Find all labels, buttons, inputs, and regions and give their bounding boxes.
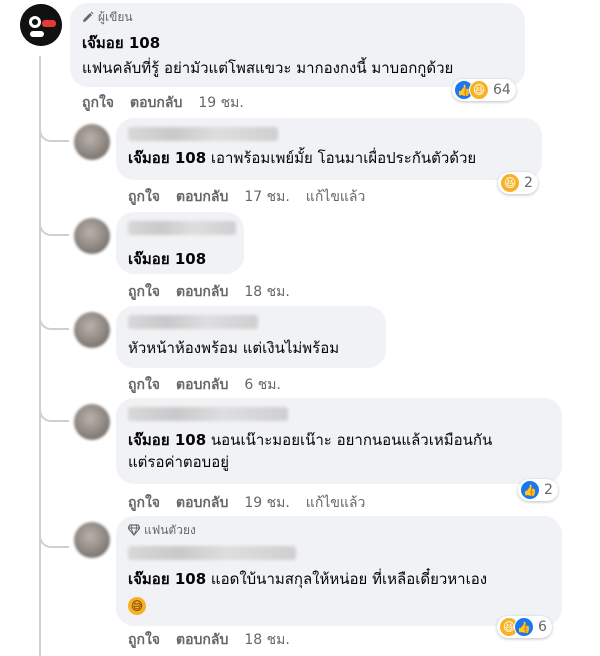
like-icon: 👍 [514, 617, 534, 637]
reply-button[interactable]: ตอบกลับ [176, 629, 228, 651]
reply-button[interactable]: ตอบกลับ [176, 374, 228, 396]
comment-bubble: เจ๊มอย 108 นอนเน๊าะมอยเน๊าะ อยากนอนแล้วเ… [116, 398, 562, 484]
reply-button[interactable]: ตอบกลับ [176, 492, 228, 514]
page-logo-icon [20, 4, 62, 46]
avatar[interactable] [74, 404, 110, 440]
comment-actions: ถูกใจ ตอบกลับ 18 ชม. [128, 629, 290, 651]
blurred-name [128, 407, 288, 421]
reply-connector [39, 120, 69, 142]
blurred-name [128, 127, 278, 141]
comment-text: เจ๊มอย 108 แอดใบ้นามสกุลให้หน่อย ที่เหลื… [128, 568, 550, 590]
comment-actions: ถูกใจ ตอบกลับ 18 ชม. [128, 281, 290, 303]
comment-body: เอาพร้อมเพย์มั้ย โอนมาเผื่อประกันตัวด้วย [210, 149, 477, 167]
avatar[interactable] [74, 312, 110, 348]
comment-text: หัวหน้าห้องพร้อม แต่เงินไม่พร้อม [128, 339, 340, 357]
reply-connector [39, 214, 69, 236]
comment-text: เจ๊มอย 108 นอนเน๊าะมอยเน๊าะ อยากนอนแล้วเ… [128, 429, 550, 451]
mention-name[interactable]: เจ๊มอย 108 [128, 431, 206, 449]
reaction-count: 6 [538, 619, 547, 635]
like-button[interactable]: ถูกใจ [128, 492, 160, 514]
avatar[interactable] [74, 522, 110, 558]
comment-timestamp[interactable]: 18 ชม. [244, 629, 289, 651]
mention-name[interactable]: เจ๊มอย 108 [128, 570, 206, 588]
reaction-count: 64 [493, 82, 511, 98]
author-badge: ผู้เขียน [82, 9, 513, 25]
comment-body: นอนเน๊าะมอยเน๊าะ อยากนอนแล้วเหมือนกัน [210, 431, 493, 449]
author-role-label: ผู้เขียน [98, 9, 133, 24]
thread-line [39, 56, 41, 656]
comment-text-line2: แต่รอค่าตอบอยู่ [128, 453, 230, 471]
haha-icon: 😆 [500, 173, 520, 193]
comment-text: แฟนคลับที่รู้ อย่ามัวแต่โพสแขวะ มากองกงน… [82, 59, 454, 77]
reply-connector [39, 526, 69, 548]
grinning-sweat-emoji: 😅 [128, 597, 146, 615]
like-icon: 👍 [520, 480, 540, 500]
avatar[interactable] [74, 124, 110, 160]
blurred-name [128, 221, 236, 235]
reply-connector [39, 400, 69, 422]
edited-label[interactable]: แก้ไขแล้ว [306, 186, 366, 208]
comment-timestamp[interactable]: 19 ชม. [198, 92, 243, 114]
comment-bubble: เจ๊มอย 108 [116, 212, 244, 274]
reply-button[interactable]: ตอบกลับ [176, 186, 228, 208]
avatar[interactable] [74, 218, 110, 254]
reply-button[interactable]: ตอบกลับ [130, 92, 182, 114]
comment-bubble: หัวหน้าห้องพร้อม แต่เงินไม่พร้อม [116, 306, 386, 368]
like-button[interactable]: ถูกใจ [128, 374, 160, 396]
blurred-name [128, 315, 258, 329]
like-button[interactable]: ถูกใจ [128, 629, 160, 651]
comment-bubble: เจ๊มอย 108 เอาพร้อมเพย์มั้ย โอนมาเผื่อปร… [116, 118, 542, 180]
comment-timestamp[interactable]: 18 ชม. [244, 281, 289, 303]
like-button[interactable]: ถูกใจ [128, 186, 160, 208]
commenter-name[interactable]: เจ๊มอย 108 [82, 31, 513, 55]
mention-name[interactable]: เจ๊มอย 108 [128, 247, 232, 271]
comment-timestamp[interactable]: 19 ชม. [244, 492, 289, 514]
reply-connector [39, 308, 69, 330]
reaction-summary[interactable]: 😆 2 [498, 172, 538, 194]
reaction-summary[interactable]: 😆 👍 6 [497, 616, 552, 638]
mention-name[interactable]: เจ๊มอย 108 [128, 149, 206, 167]
comment-text: เจ๊มอย 108 เอาพร้อมเพย์มั้ย โอนมาเผื่อปร… [128, 147, 530, 169]
comment-actions: ถูกใจ ตอบกลับ 19 ชม. [82, 92, 244, 114]
page-avatar[interactable] [20, 4, 62, 46]
comment-bubble-author: ผู้เขียน เจ๊มอย 108 แฟนคลับที่รู้ อย่ามั… [70, 3, 525, 87]
blurred-name [128, 546, 296, 560]
haha-icon: 😆 [469, 80, 489, 100]
reply-button[interactable]: ตอบกลับ [176, 281, 228, 303]
top-fan-badge: แฟนตัวยง [128, 522, 550, 538]
comment-timestamp[interactable]: 6 ชม. [244, 374, 281, 396]
like-button[interactable]: ถูกใจ [82, 92, 114, 114]
reaction-count: 2 [544, 482, 553, 498]
reaction-count: 2 [524, 175, 533, 191]
comment-actions: ถูกใจ ตอบกลับ 19 ชม. แก้ไขแล้ว [128, 492, 365, 514]
fan-role-label: แฟนตัวยง [144, 522, 196, 537]
pencil-icon [83, 11, 94, 22]
comment-actions: ถูกใจ ตอบกลับ 17 ชม. แก้ไขแล้ว [128, 186, 365, 208]
like-button[interactable]: ถูกใจ [128, 281, 160, 303]
reaction-summary[interactable]: 👍 2 [518, 479, 558, 501]
comment-bubble: แฟนตัวยง เจ๊มอย 108 แอดใบ้นามสกุลให้หน่อ… [116, 516, 562, 626]
comment-body: แอดใบ้นามสกุลให้หน่อย ที่เหลือเดี๋ยวหาเอ… [210, 570, 488, 588]
diamond-icon [128, 524, 140, 536]
reaction-summary[interactable]: 👍 😆 64 [452, 79, 516, 101]
comment-actions: ถูกใจ ตอบกลับ 6 ชม. [128, 374, 281, 396]
edited-label[interactable]: แก้ไขแล้ว [306, 492, 366, 514]
comment-timestamp[interactable]: 17 ชม. [244, 186, 289, 208]
